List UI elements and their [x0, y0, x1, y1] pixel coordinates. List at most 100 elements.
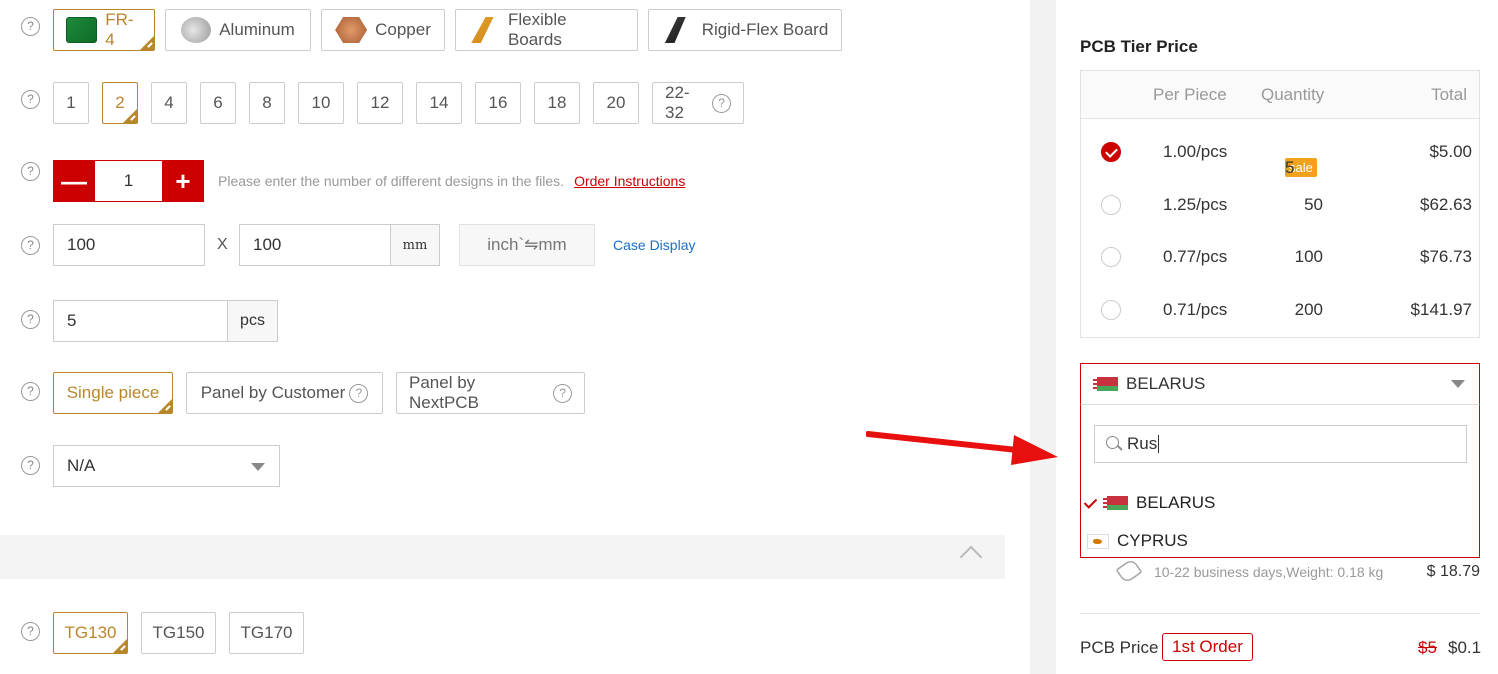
help-icon[interactable]: ?	[712, 93, 731, 113]
country-option-label: BELARUS	[1136, 493, 1216, 512]
pcb-options-panel: ? FR-4 Aluminum Copper Flexible Boards R…	[0, 0, 1030, 674]
tier-total: $76.73	[1420, 247, 1472, 266]
order-instructions-link[interactable]: Order Instructions	[574, 173, 685, 189]
country-option-belarus[interactable]: BELARUS	[1081, 488, 1479, 518]
material-flexible-button[interactable]: Flexible Boards	[455, 9, 638, 51]
help-icon[interactable]: ?	[21, 310, 40, 329]
shipping-price: $ 18.79	[1426, 563, 1480, 580]
radio-icon[interactable]	[1101, 247, 1121, 267]
help-icon[interactable]: ?	[21, 622, 40, 641]
material-label: Aluminum	[219, 20, 295, 39]
header-per-piece: Per Piece	[1153, 85, 1227, 104]
help-icon[interactable]: ?	[21, 162, 40, 181]
unit-switch-button[interactable]: inch`⇋mm	[459, 224, 595, 266]
tier-quantity: 5	[1285, 158, 1295, 177]
material-rigidflex-button[interactable]: Rigid-Flex Board	[648, 9, 842, 51]
designs-hint-text: Please enter the number of different des…	[218, 173, 565, 189]
increment-button[interactable]: +	[162, 160, 204, 202]
decrement-button[interactable]: —	[53, 160, 95, 202]
layer-option[interactable]: 8	[249, 82, 285, 124]
panel-by-nextpcb-button[interactable]: Panel by NextPCB ?	[396, 372, 585, 414]
tier-header: Per Piece Quantity Total	[1081, 71, 1479, 119]
material-aluminum-button[interactable]: Aluminum	[165, 9, 311, 51]
tier-quantity: 200	[1294, 300, 1323, 319]
country-option-cyprus[interactable]: CYPRUS	[1081, 526, 1479, 556]
layer-option[interactable]: 18	[534, 82, 580, 124]
tg130-button[interactable]: TG130	[53, 612, 128, 654]
checkmark-icon	[1083, 495, 1098, 509]
country-selected-label: BELARUS	[1126, 374, 1206, 393]
country-dropdown: Rus BELARUS CYPRUS	[1080, 404, 1480, 558]
help-icon[interactable]: ?	[21, 236, 40, 255]
tier-quantity: 100	[1294, 247, 1323, 266]
panel-gutter	[1030, 0, 1056, 674]
layer-option[interactable]: 12	[357, 82, 403, 124]
layer-option[interactable]: 4	[151, 82, 187, 124]
tg170-button[interactable]: TG170	[229, 612, 304, 654]
tier-row[interactable]: 0.71/pcs 200 $141.97	[1081, 284, 1479, 336]
country-search-input[interactable]: Rus	[1094, 425, 1467, 463]
layer-option-selected[interactable]: 2	[102, 82, 138, 124]
material-copper-button[interactable]: Copper	[321, 9, 445, 51]
panel-by-customer-button[interactable]: Panel by Customer ?	[186, 372, 383, 414]
header-quantity: Quantity	[1261, 85, 1325, 104]
dimension-separator: X	[217, 236, 228, 253]
tier-row[interactable]: 0.77/pcs 100 $76.73	[1081, 231, 1479, 283]
radio-icon[interactable]	[1101, 195, 1121, 215]
layer-option-22-32[interactable]: 22-32 ?	[652, 82, 744, 124]
airplane-icon	[1115, 557, 1143, 585]
layer-option[interactable]: 16	[475, 82, 521, 124]
layer-option[interactable]: 20	[593, 82, 639, 124]
chevron-up-icon[interactable]	[959, 545, 983, 569]
tier-per-piece: 1.25/pcs	[1163, 195, 1228, 214]
width-input[interactable]: 100	[53, 224, 205, 266]
section-collapse-bar[interactable]	[0, 535, 1005, 579]
tg150-button[interactable]: TG150	[141, 612, 216, 654]
tier-per-piece: 0.77/pcs	[1163, 247, 1228, 266]
layer-option[interactable]: 6	[200, 82, 236, 124]
shipping-row: 10-22 business days,Weight: 0.18 kg $ 18…	[1115, 557, 1486, 586]
material-label: Flexible Boards	[507, 10, 567, 49]
help-icon[interactable]: ?	[349, 383, 369, 403]
tg-row: TG130 TG150 TG170	[53, 612, 304, 654]
help-icon[interactable]: ?	[21, 90, 40, 109]
tier-per-piece: 1.00/pcs	[1163, 142, 1228, 161]
cyprus-flag-icon	[1087, 533, 1109, 549]
material-fr4-button[interactable]: FR-4	[53, 9, 155, 51]
layer-label: 22-32	[665, 83, 690, 122]
pcb-price-label: PCB Price	[1080, 638, 1159, 657]
select-value: N/A	[67, 456, 96, 475]
quantity-input[interactable]: 5	[53, 300, 228, 342]
tier-total: $5.00	[1429, 142, 1472, 161]
material-label: Rigid-Flex Board	[701, 20, 829, 39]
tier-total: $62.63	[1420, 195, 1472, 214]
material-label: FR-4	[105, 10, 134, 49]
designs-count[interactable]: 1	[95, 160, 162, 202]
price-sidebar: PCB Tier Price Per Piece Quantity Total …	[1056, 0, 1498, 674]
dimension-unit: mm	[390, 224, 440, 266]
tier-row[interactable]: 1.25/pcs 50 $62.63	[1081, 179, 1479, 231]
single-piece-button[interactable]: Single piece	[53, 372, 173, 414]
tier-per-piece: 0.71/pcs	[1163, 300, 1228, 319]
radio-checked-icon[interactable]	[1101, 142, 1121, 162]
help-icon[interactable]: ?	[21, 382, 40, 401]
tier-price-table: Per Piece Quantity Total 1.00/pcs sale 5 …	[1080, 70, 1480, 338]
shipping-text: 10-22 business days,Weight: 0.18 kg	[1154, 564, 1384, 580]
height-input[interactable]: 100	[239, 224, 391, 266]
option-select[interactable]: N/A	[53, 445, 280, 487]
layer-option[interactable]: 1	[53, 82, 89, 124]
discounted-price: $0.1	[1448, 638, 1482, 657]
radio-icon[interactable]	[1101, 300, 1121, 320]
delivery-label: Panel by Customer	[200, 383, 346, 402]
aluminum-disc-icon	[181, 17, 212, 43]
tier-row[interactable]: 1.00/pcs sale 5 $5.00	[1081, 126, 1479, 178]
first-order-badge: 1st Order	[1162, 633, 1253, 661]
country-select[interactable]: BELARUS	[1080, 363, 1480, 405]
case-display-link[interactable]: Case Display	[613, 237, 695, 253]
country-option-label: CYPRUS	[1117, 531, 1188, 550]
help-icon[interactable]: ?	[21, 17, 40, 36]
layer-option[interactable]: 14	[416, 82, 462, 124]
help-icon[interactable]: ?	[21, 456, 40, 475]
help-icon[interactable]: ?	[553, 383, 572, 403]
layer-option[interactable]: 10	[298, 82, 344, 124]
